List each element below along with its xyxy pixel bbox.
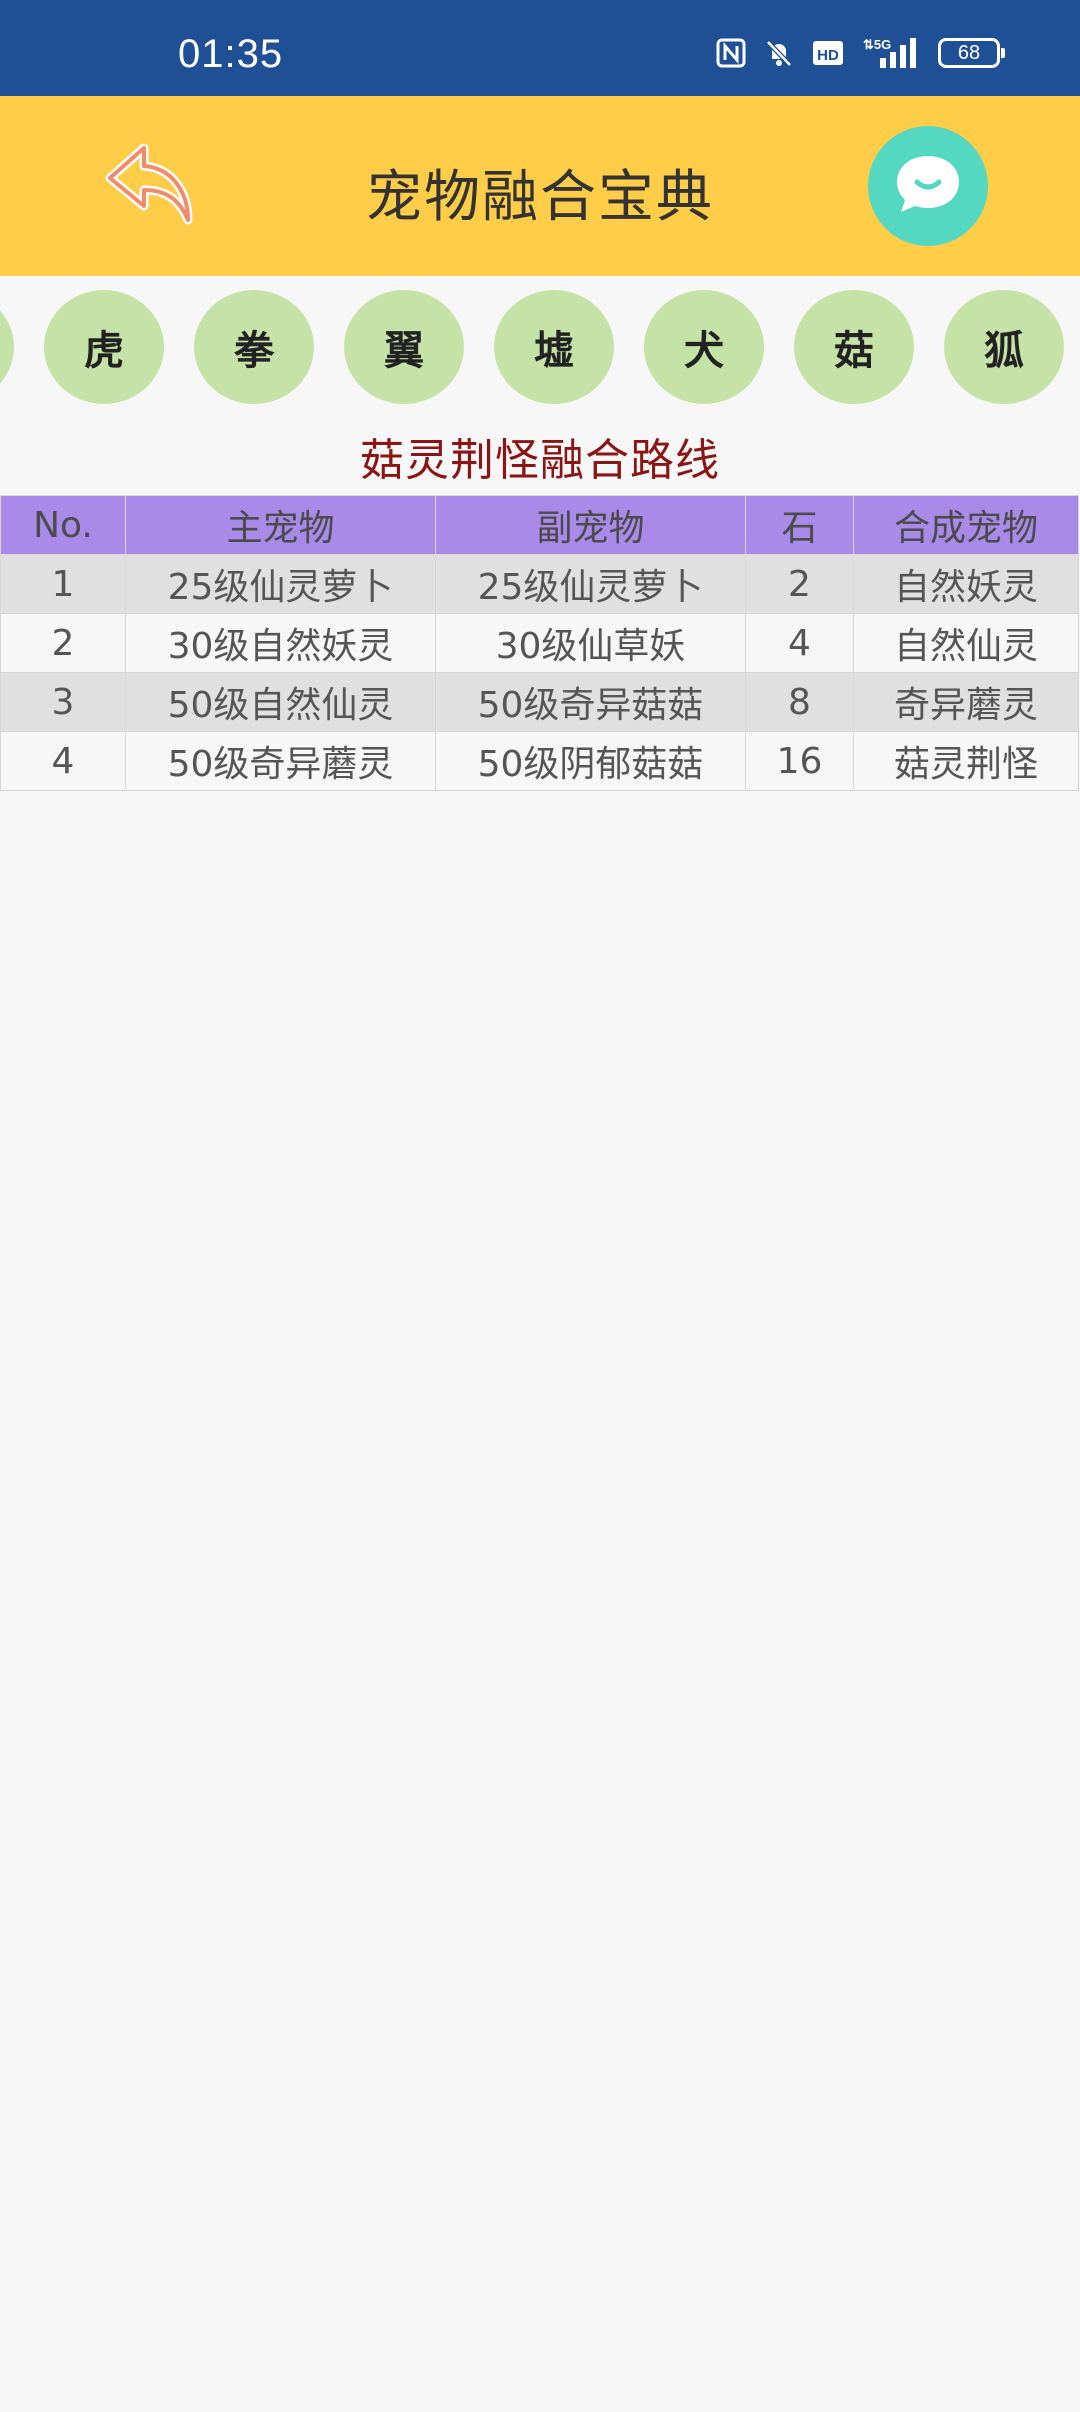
cell-main-pet: 25级仙灵萝卜: [125, 554, 436, 614]
status-bar: 01:35 HD ⇅5G 68: [0, 0, 1080, 96]
header-main-pet: 主宠物: [125, 495, 436, 555]
table-header-row: No. 主宠物 副宠物 石 合成宠物: [0, 495, 1079, 555]
status-time: 01:35: [178, 32, 284, 76]
cell-sub-pet: 25级仙灵萝卜: [435, 554, 746, 614]
cell-stone: 2: [745, 554, 854, 614]
category-partial[interactable]: [0, 290, 14, 404]
cell-main-pet: 30级自然妖灵: [125, 613, 436, 673]
category-mushroom[interactable]: 菇: [794, 290, 914, 404]
table-row: 1 25级仙灵萝卜 25级仙灵萝卜 2 自然妖灵: [0, 554, 1079, 614]
svg-text:⇅5G: ⇅5G: [863, 37, 891, 52]
cell-main-pet: 50级奇异蘑灵: [125, 731, 436, 791]
battery-level: 68: [957, 41, 981, 64]
cell-no: 2: [0, 613, 126, 673]
cell-stone: 4: [745, 613, 854, 673]
cell-result-pet: 菇灵荆怪: [853, 731, 1079, 791]
cell-stone: 16: [745, 731, 854, 791]
svg-text:HD: HD: [817, 47, 839, 64]
status-icons: HD ⇅5G 68: [716, 36, 1005, 70]
app-header: 宠物融合宝典: [0, 96, 1080, 276]
cell-stone: 8: [745, 672, 854, 732]
category-wing[interactable]: 翼: [344, 290, 464, 404]
cell-sub-pet: 50级奇异菇菇: [435, 672, 746, 732]
nfc-icon: [716, 38, 746, 68]
category-selector: 虎 拳 翼 墟 犬 菇 狐: [0, 276, 1080, 418]
header-sub-pet: 副宠物: [435, 495, 746, 555]
route-title: 菇灵荆怪融合路线: [360, 435, 720, 486]
header-result-pet: 合成宠物: [853, 495, 1079, 555]
cell-result-pet: 自然妖灵: [853, 554, 1079, 614]
category-ruins[interactable]: 墟: [494, 290, 614, 404]
category-tiger[interactable]: 虎: [44, 290, 164, 404]
table-row: 4 50级奇异蘑灵 50级阴郁菇菇 16 菇灵荆怪: [0, 731, 1079, 791]
category-dog[interactable]: 犬: [644, 290, 764, 404]
cell-sub-pet: 50级阴郁菇菇: [435, 731, 746, 791]
cell-main-pet: 50级自然仙灵: [125, 672, 436, 732]
chat-button[interactable]: [868, 126, 988, 246]
header-no: No.: [0, 495, 126, 555]
battery-icon: 68: [938, 38, 1005, 68]
bell-muted-icon: [764, 38, 794, 68]
fusion-table: No. 主宠物 副宠物 石 合成宠物 1 25级仙灵萝卜 25级仙灵萝卜 2 自…: [0, 495, 1079, 791]
signal-5g-icon: ⇅5G: [862, 36, 920, 70]
cell-result-pet: 奇异蘑灵: [853, 672, 1079, 732]
chat-bubble-icon: [893, 152, 963, 220]
category-fist[interactable]: 拳: [194, 290, 314, 404]
table-row: 2 30级自然妖灵 30级仙草妖 4 自然仙灵: [0, 613, 1079, 673]
category-fox[interactable]: 狐: [944, 290, 1064, 404]
cell-result-pet: 自然仙灵: [853, 613, 1079, 673]
cell-no: 4: [0, 731, 126, 791]
header-stone: 石: [745, 495, 854, 555]
table-row: 3 50级自然仙灵 50级奇异菇菇 8 奇异蘑灵: [0, 672, 1079, 732]
cell-sub-pet: 30级仙草妖: [435, 613, 746, 673]
cell-no: 1: [0, 554, 126, 614]
hd-icon: HD: [812, 38, 844, 68]
cell-no: 3: [0, 672, 126, 732]
